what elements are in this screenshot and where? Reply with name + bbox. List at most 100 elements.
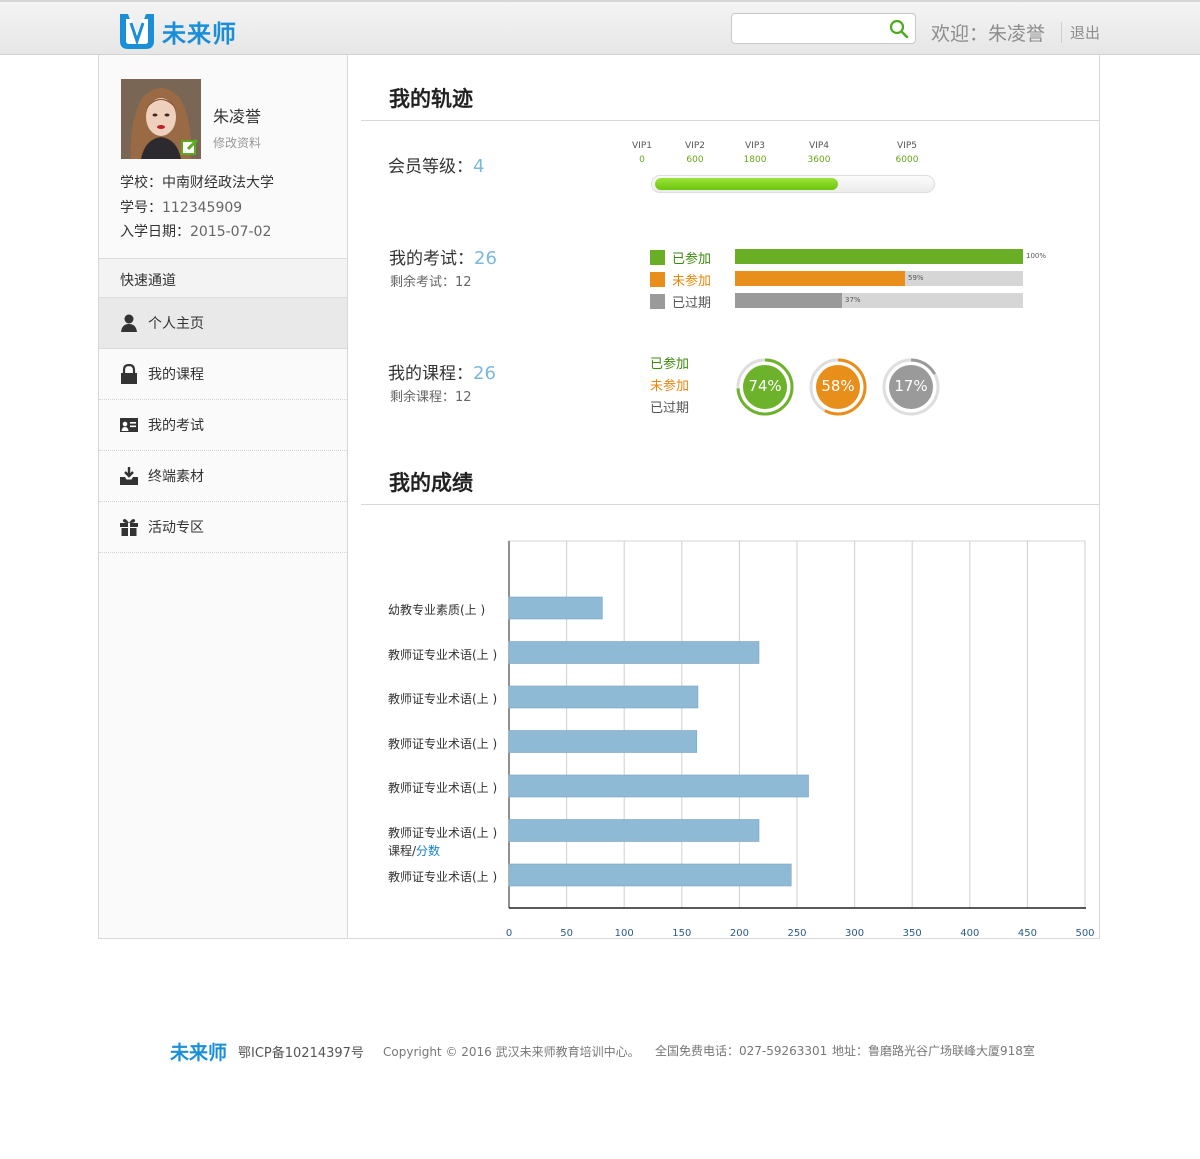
chart-tick-label: 150 xyxy=(672,928,692,939)
vip-level-name: VIP4 xyxy=(809,141,829,151)
chart-tick-label: 0 xyxy=(505,928,513,939)
chart-bar xyxy=(508,819,760,842)
chart-bar xyxy=(508,596,603,620)
welcome-text: 欢迎：朱凌誉 xyxy=(931,23,1046,45)
content-frame: 朱凌誉 修改资料 学校：中南财经政法大学 学号：112345909 入学日期：2… xyxy=(98,55,1100,939)
exam-bar-fill xyxy=(735,249,1023,264)
user-name: 朱凌誉 xyxy=(213,107,262,126)
sidebar-item-courses[interactable]: 我的课程 xyxy=(99,349,347,400)
vip-progress-fill xyxy=(655,178,838,190)
chart-bar xyxy=(508,863,792,887)
vip-level-threshold: 600 xyxy=(686,155,704,165)
exam-legend-item: 已参加 xyxy=(650,248,711,267)
chart-tick-label: 500 xyxy=(1075,928,1095,939)
enroll-value: 2015-07-02 xyxy=(190,224,272,240)
search-input[interactable] xyxy=(740,14,890,43)
vip-progress-bar xyxy=(651,175,935,193)
chart-tick-label: 400 xyxy=(960,928,980,939)
chart-bar xyxy=(508,685,699,709)
chart-bar xyxy=(508,730,698,753)
enroll-label: 入学日期： xyxy=(120,224,190,240)
chart-category-label: 教师证专业术语(上 ) xyxy=(388,647,498,662)
member-level-value: 4 xyxy=(473,156,485,177)
legend-label: 已过期 xyxy=(672,296,712,311)
edit-profile-link[interactable]: 修改资料 xyxy=(213,134,261,151)
my-courses: 我的课程：26 xyxy=(388,359,496,384)
footer-icp[interactable]: 鄂ICP备10214397号 xyxy=(238,1042,364,1061)
legend-label: 未参加 xyxy=(672,274,712,289)
scores-title: 我的成绩 xyxy=(389,471,473,495)
chart-category-label: 教师证专业术语(上 ) xyxy=(388,781,498,795)
id-card-icon xyxy=(120,418,138,432)
track-title: 我的轨迹 xyxy=(389,87,473,111)
vip-level-name: VIP3 xyxy=(745,141,765,151)
sidebar-item-home[interactable]: 个人主页 xyxy=(99,298,347,349)
brand-name: 未来师 xyxy=(162,19,237,48)
exam-label: 我的考试： xyxy=(389,249,474,269)
chart-tick-label: 250 xyxy=(787,928,807,939)
course-label: 我的课程： xyxy=(388,364,473,384)
sidebar-item-label: 活动专区 xyxy=(148,520,204,536)
course-legend-item: 未参加 xyxy=(650,379,690,394)
chart-category-label: 幼教专业素质(上 ) xyxy=(388,603,486,617)
chart-bar xyxy=(508,641,760,664)
student-id-row: 学号：112345909 xyxy=(120,197,242,217)
vip-level-threshold: 3600 xyxy=(807,155,831,165)
brand-logo[interactable]: 未来师 xyxy=(118,11,237,51)
edit-profile-icon[interactable] xyxy=(181,138,199,156)
ring-percent: 58% xyxy=(821,377,855,395)
logout-link[interactable]: 退出 xyxy=(1061,22,1100,43)
user-icon xyxy=(121,314,137,332)
member-level: 会员等级：4 xyxy=(388,152,484,177)
chart-axis-label-course: 课程/ xyxy=(388,844,417,858)
chart-category-label: 教师证专业术语(上 ) xyxy=(388,825,498,840)
sidebar-item-materials[interactable]: 终端素材 xyxy=(99,451,347,502)
student-id-label: 学号： xyxy=(120,200,162,216)
exam-legend-item: 未参加 xyxy=(650,270,711,289)
sidebar-item-label: 终端素材 xyxy=(148,469,204,485)
ring-percent: 17% xyxy=(894,377,928,395)
track-divider xyxy=(361,120,1100,121)
chart-tick-label: 300 xyxy=(845,928,865,939)
gift-icon xyxy=(120,519,138,536)
vip-level-name: VIP1 xyxy=(632,141,652,151)
vip-level-name: VIP5 xyxy=(897,141,917,151)
exam-count: 26 xyxy=(474,248,497,269)
footer-brand: 未来师 xyxy=(170,1042,228,1064)
vip-level-threshold: 1800 xyxy=(743,155,767,165)
footer-copyright: Copyright © 2016 武汉未来师教育培训中心。 xyxy=(383,1045,640,1059)
member-level-label: 会员等级： xyxy=(388,157,473,177)
legend-swatch xyxy=(650,272,665,287)
chart-axis-label-score: 分数 xyxy=(416,844,441,858)
exam-bar-track xyxy=(735,249,1023,264)
exam-bar-percent: 100% xyxy=(1026,252,1047,260)
exam-bar-percent: 59% xyxy=(908,274,924,282)
vip-level-threshold: 6000 xyxy=(895,155,919,165)
vip-level-threshold: 0 xyxy=(639,155,645,165)
exam-bar-fill xyxy=(735,271,905,286)
course-remaining: 剩余课程：12 xyxy=(390,390,472,405)
footer-phone: 全国免费电话：027-59263301 xyxy=(655,1044,828,1058)
sidebar-item-activities[interactable]: 活动专区 xyxy=(99,502,347,553)
chart-tick-label: 200 xyxy=(729,928,749,939)
exam-bar-track xyxy=(735,293,1023,308)
chart-tick-label: 50 xyxy=(560,928,573,939)
sidebar-item-label: 个人主页 xyxy=(148,316,204,332)
chart-category-label: 教师证专业术语(上 ) xyxy=(388,736,498,751)
school-row: 学校：中南财经政法大学 xyxy=(120,172,274,192)
scores-chart: 幼教专业素质(上 ) 教师证专业术语(上 ) 教师证专业术语(上 ) 教师证专业术语(… xyxy=(361,525,1100,945)
sidebar-item-label: 我的考试 xyxy=(148,418,204,434)
chart-category-label: 教师证专业术语(上 ) xyxy=(388,692,498,706)
search-icon[interactable] xyxy=(889,19,909,39)
exam-bar-percent: 37% xyxy=(845,296,861,304)
ring-percent: 74% xyxy=(748,377,782,395)
chart-axis-label: 课程/分数 xyxy=(388,842,440,859)
chart-tick-label: 350 xyxy=(902,928,922,939)
sidebar-item-exams[interactable]: 我的考试 xyxy=(99,400,347,451)
sidebar-item-label: 我的课程 xyxy=(148,367,204,383)
my-exams: 我的考试：26 xyxy=(389,244,497,269)
lock-icon xyxy=(121,364,137,384)
vip-level-name: VIP2 xyxy=(685,141,705,151)
legend-swatch xyxy=(650,294,665,309)
footer: 未来师 鄂ICP备10214397号 Copyright © 2016 武汉未来… xyxy=(0,1037,1200,1067)
